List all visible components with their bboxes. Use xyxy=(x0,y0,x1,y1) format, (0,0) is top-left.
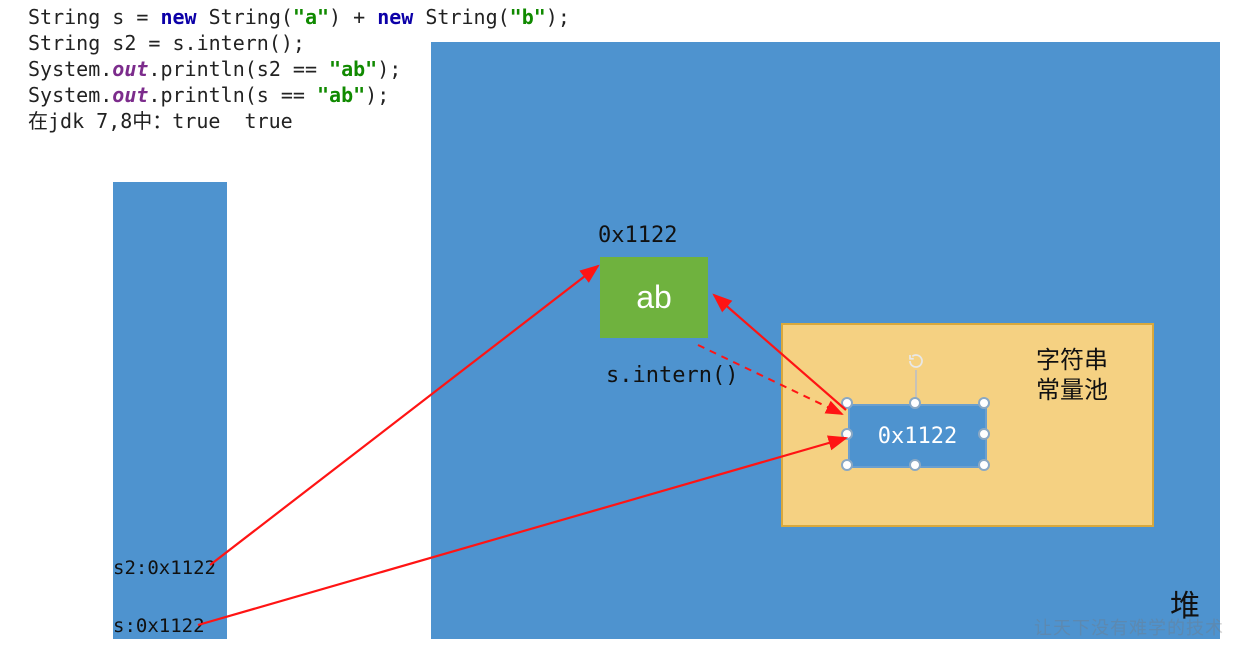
code-token: s = xyxy=(100,5,160,29)
code-token: ) + xyxy=(329,5,377,29)
code-token: System. xyxy=(28,83,112,107)
code-token: ); xyxy=(365,83,389,107)
selection-handle[interactable] xyxy=(841,428,853,440)
stack-var-s2: s2:0x1122 xyxy=(113,557,216,579)
string-object-ab: ab xyxy=(600,257,708,338)
string-pool-label-line2: 常量池 xyxy=(1036,376,1108,406)
intern-call-label: s.intern() xyxy=(606,363,738,388)
code-token: ); xyxy=(377,57,401,81)
code-token: out xyxy=(112,83,148,107)
code-token: "a" xyxy=(293,5,329,29)
selection-handle[interactable] xyxy=(978,428,990,440)
code-token: new xyxy=(377,5,413,29)
code-token: "ab" xyxy=(329,57,377,81)
code-token: out xyxy=(112,57,148,81)
selection-handle[interactable] xyxy=(978,459,990,471)
string-pool-label: 字符串 常量池 xyxy=(1036,346,1108,406)
stack-var-s: s:0x1122 xyxy=(113,615,205,637)
code-token: String xyxy=(28,31,100,55)
pool-reference-box[interactable]: 0x1122 xyxy=(848,404,987,468)
watermark-text: 让天下没有难学的技术 xyxy=(1034,614,1224,640)
object-address-label: 0x1122 xyxy=(598,223,677,248)
code-result-line: 在jdk 7,8中：true true xyxy=(28,109,293,133)
selection-handle[interactable] xyxy=(841,397,853,409)
code-token: "b" xyxy=(510,5,546,29)
code-token: String xyxy=(28,5,100,29)
selection-handle[interactable] xyxy=(909,397,921,409)
code-token: new xyxy=(160,5,196,29)
code-token: s2 = s.intern(); xyxy=(100,31,305,55)
code-token: String( xyxy=(197,5,293,29)
code-token: "ab" xyxy=(317,83,365,107)
code-token: String( xyxy=(413,5,509,29)
string-pool-label-line1: 字符串 xyxy=(1036,346,1108,376)
selection-handle[interactable] xyxy=(978,397,990,409)
code-token: .println(s == xyxy=(148,83,317,107)
selection-handle[interactable] xyxy=(909,459,921,471)
selection-handle[interactable] xyxy=(841,459,853,471)
code-token: System. xyxy=(28,57,112,81)
code-token: ); xyxy=(546,5,570,29)
code-token: .println(s2 == xyxy=(148,57,329,81)
rotate-handle-icon[interactable] xyxy=(907,352,925,370)
